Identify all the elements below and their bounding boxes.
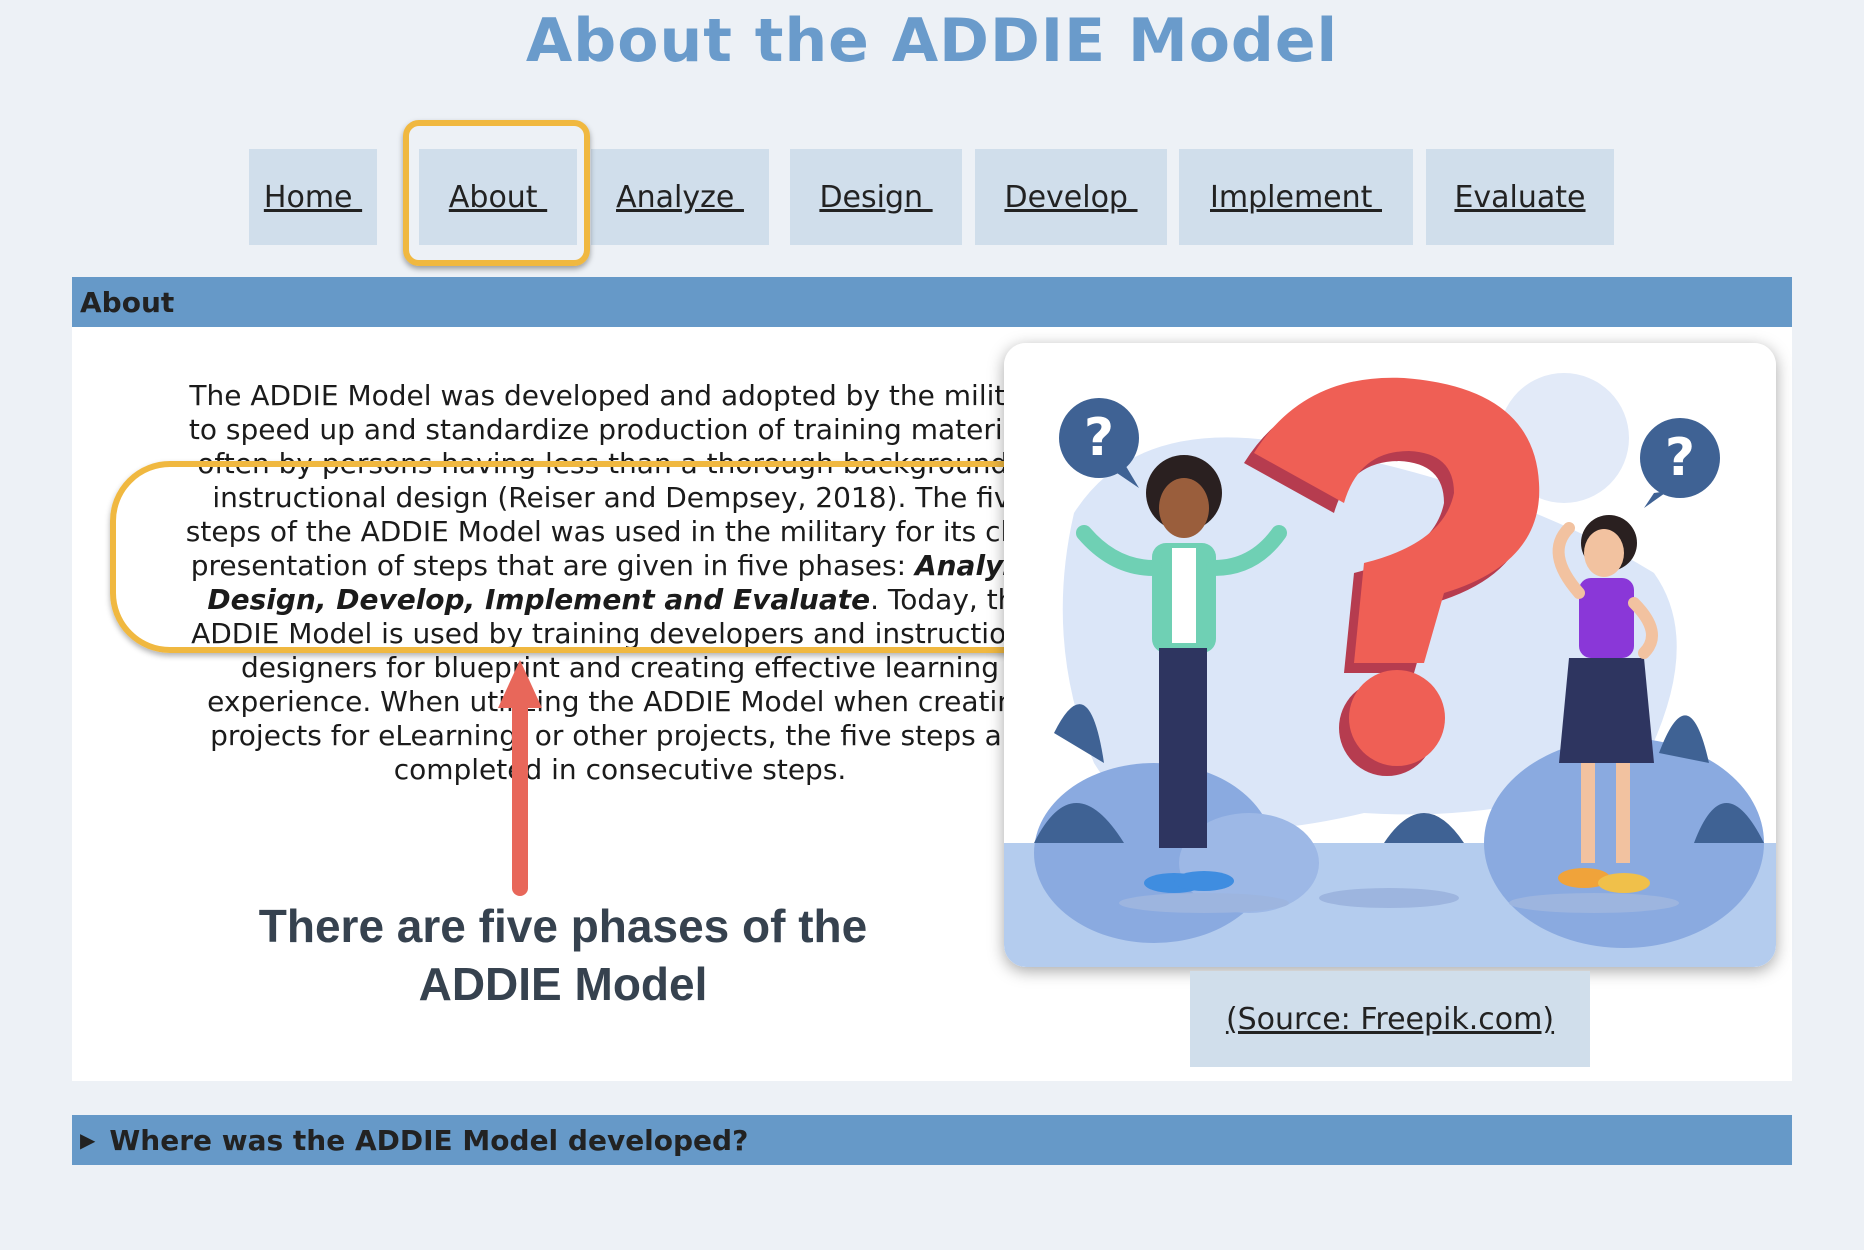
nav-evaluate-label: Evaluate: [1454, 179, 1586, 215]
nav-analyze-label: Analyze: [616, 179, 744, 215]
annotation-caption: There are five phases of the ADDIE Model: [258, 900, 868, 1010]
phases-highlight: [110, 461, 1074, 653]
about-section-header: About: [72, 277, 1792, 327]
page-title: About the ADDIE Model: [525, 6, 1339, 76]
nav-design[interactable]: Design: [790, 149, 962, 245]
nav-develop-label: Develop: [1004, 179, 1138, 215]
nav-implement-label: Implement: [1210, 179, 1382, 215]
nav-analyze[interactable]: Analyze: [591, 149, 769, 245]
question-bubble-right: ?: [1665, 428, 1695, 488]
about-section-title: About: [80, 285, 175, 319]
nav-develop[interactable]: Develop: [975, 149, 1167, 245]
about-tab-highlight: [403, 120, 590, 266]
disclosure-triangle-icon: ▶: [80, 1128, 96, 1152]
nav-evaluate[interactable]: Evaluate: [1426, 149, 1614, 245]
addie-illustration: ? ?: [1004, 343, 1776, 967]
confused-people-image: ? ?: [1004, 343, 1776, 967]
annotation-arrow: [498, 660, 542, 896]
nav-home[interactable]: Home: [249, 149, 377, 245]
accordion-where-developed[interactable]: ▶ Where was the ADDIE Model developed?: [72, 1115, 1792, 1165]
accordion-label: Where was the ADDIE Model developed?: [109, 1123, 749, 1157]
nav-design-label: Design: [819, 179, 933, 215]
nav-home-label: Home: [263, 179, 363, 215]
nav-implement[interactable]: Implement: [1179, 149, 1413, 245]
image-source-link[interactable]: (Source: Freepik.com): [1190, 971, 1590, 1067]
question-bubble-left: ?: [1084, 408, 1114, 468]
